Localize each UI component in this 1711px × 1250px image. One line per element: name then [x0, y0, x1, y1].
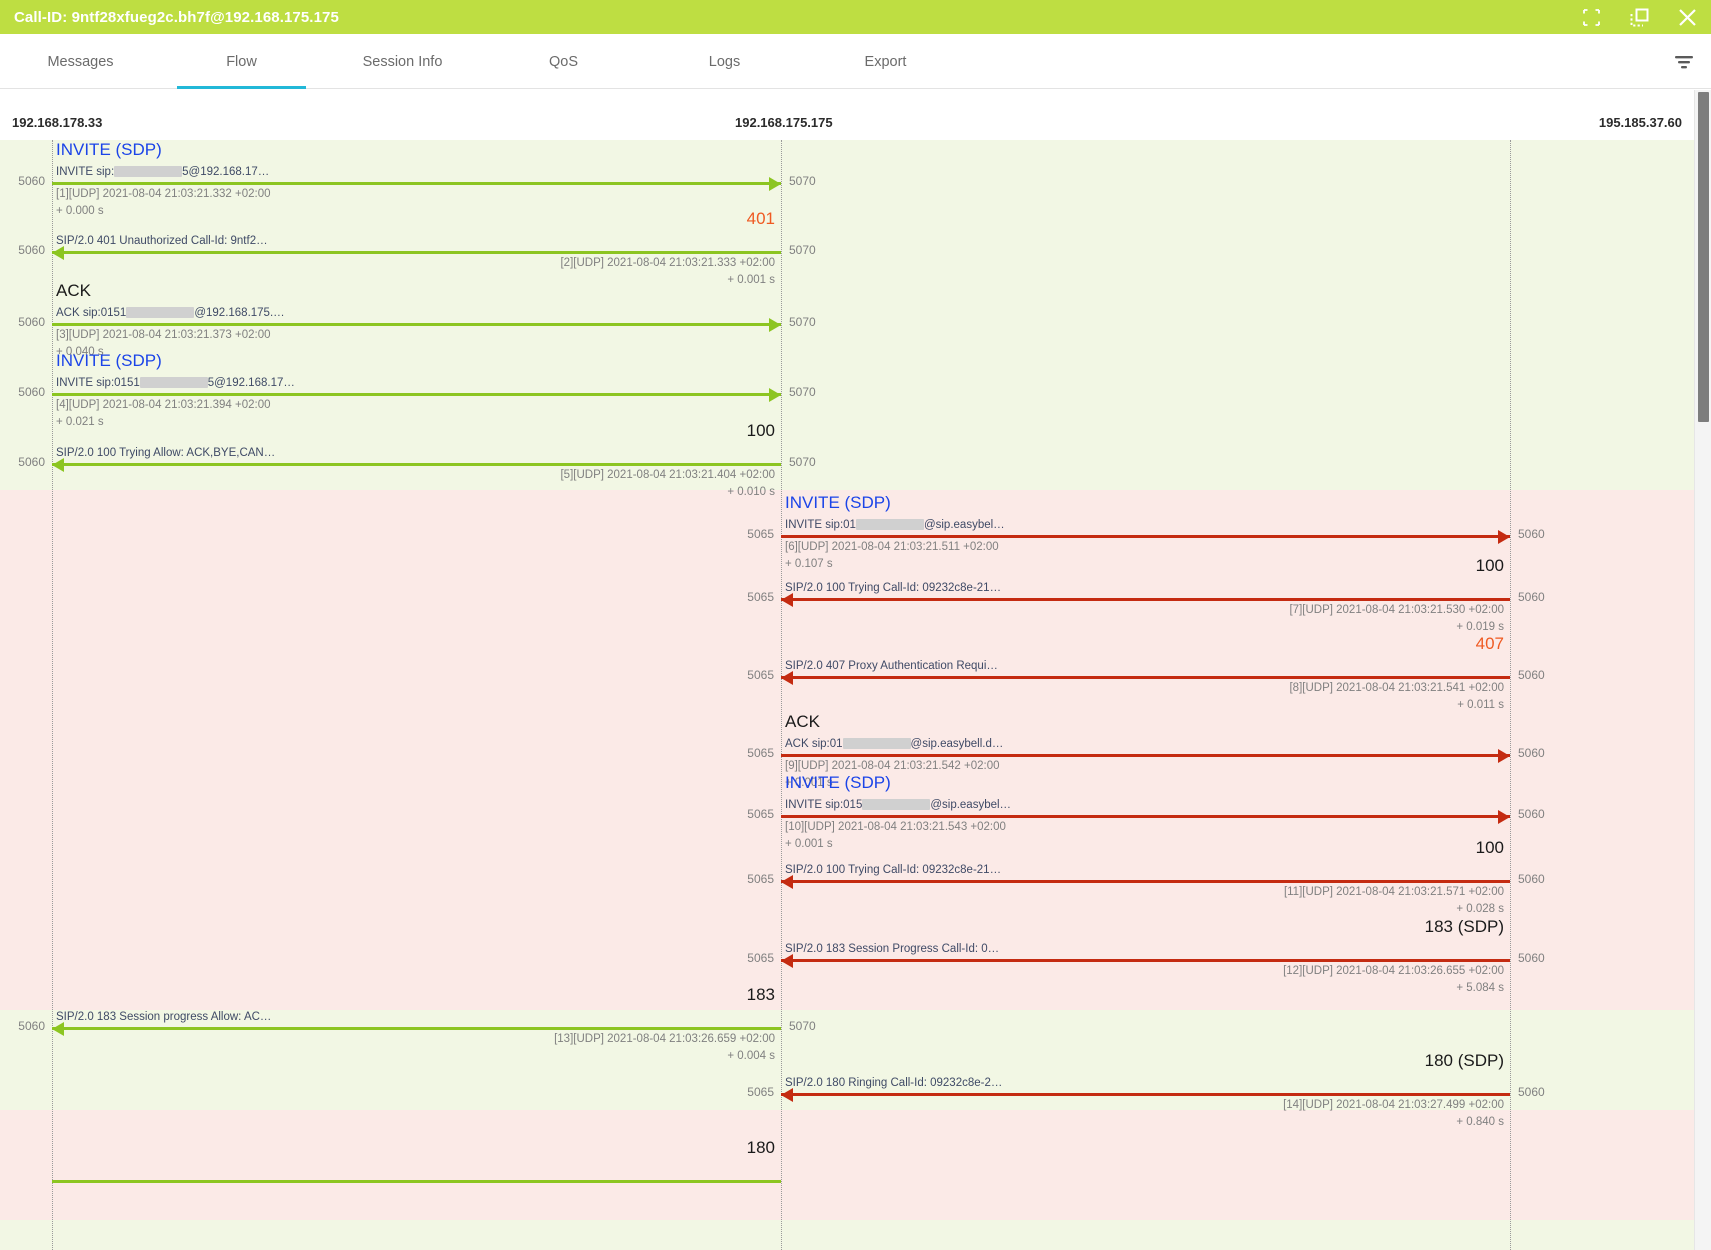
tab-label: Flow [226, 53, 257, 70]
tab-label: QoS [548, 53, 578, 70]
tab-label: Messages [47, 53, 114, 70]
scrollbar-thumb[interactable] [1698, 92, 1709, 422]
tab-export[interactable]: Export [805, 34, 966, 89]
message-method-label: 180 [746, 1138, 775, 1157]
tab-qos[interactable]: QoS [483, 34, 644, 89]
flow-canvas[interactable]: INVITE (SDP) INVITE sip: 5@192.168.17… [1][… [0, 140, 1694, 1250]
host-header-row: 192.168.178.33 192.168.175.175 195.185.37.… [0, 90, 1694, 140]
filter-icon[interactable] [1667, 45, 1701, 79]
host-label-2: 195.185.37.60 [1598, 115, 1682, 130]
vertical-scrollbar[interactable] [1694, 90, 1711, 1250]
minimize-icon[interactable] [1567, 0, 1615, 34]
window-title-bar: Call-ID: 9ntf28xfueg2c.bh7f@192.168.175.… [0, 0, 1711, 34]
tab-session-info[interactable]: Session Info [322, 34, 483, 89]
close-icon[interactable] [1663, 0, 1711, 34]
tab-bar: Messages Flow Session Info QoS Logs Expo… [0, 34, 1711, 89]
tab-label: Session Info [362, 53, 443, 70]
message-arrow-line [52, 1180, 781, 1183]
window-controls [1567, 0, 1711, 34]
call-id-title: Call-ID: 9ntf28xfueg2c.bh7f@192.168.175.… [14, 8, 339, 26]
tab-label: Logs [708, 53, 741, 70]
tab-label: Export [864, 53, 907, 70]
tab-flow[interactable]: Flow [161, 34, 322, 89]
tab-logs[interactable]: Logs [644, 34, 805, 89]
flow-diagram: 192.168.178.33 192.168.175.175 195.185.37.… [0, 90, 1711, 1250]
tab-messages[interactable]: Messages [0, 34, 161, 89]
flow-message-15[interactable]: 180 [0, 140, 1694, 1250]
restore-icon[interactable] [1615, 0, 1663, 34]
tab-strip: Messages Flow Session Info QoS Logs Expo… [0, 34, 966, 89]
host-label-0: 192.168.178.33 [12, 115, 103, 130]
host-label-1: 192.168.175.175 [735, 115, 833, 130]
